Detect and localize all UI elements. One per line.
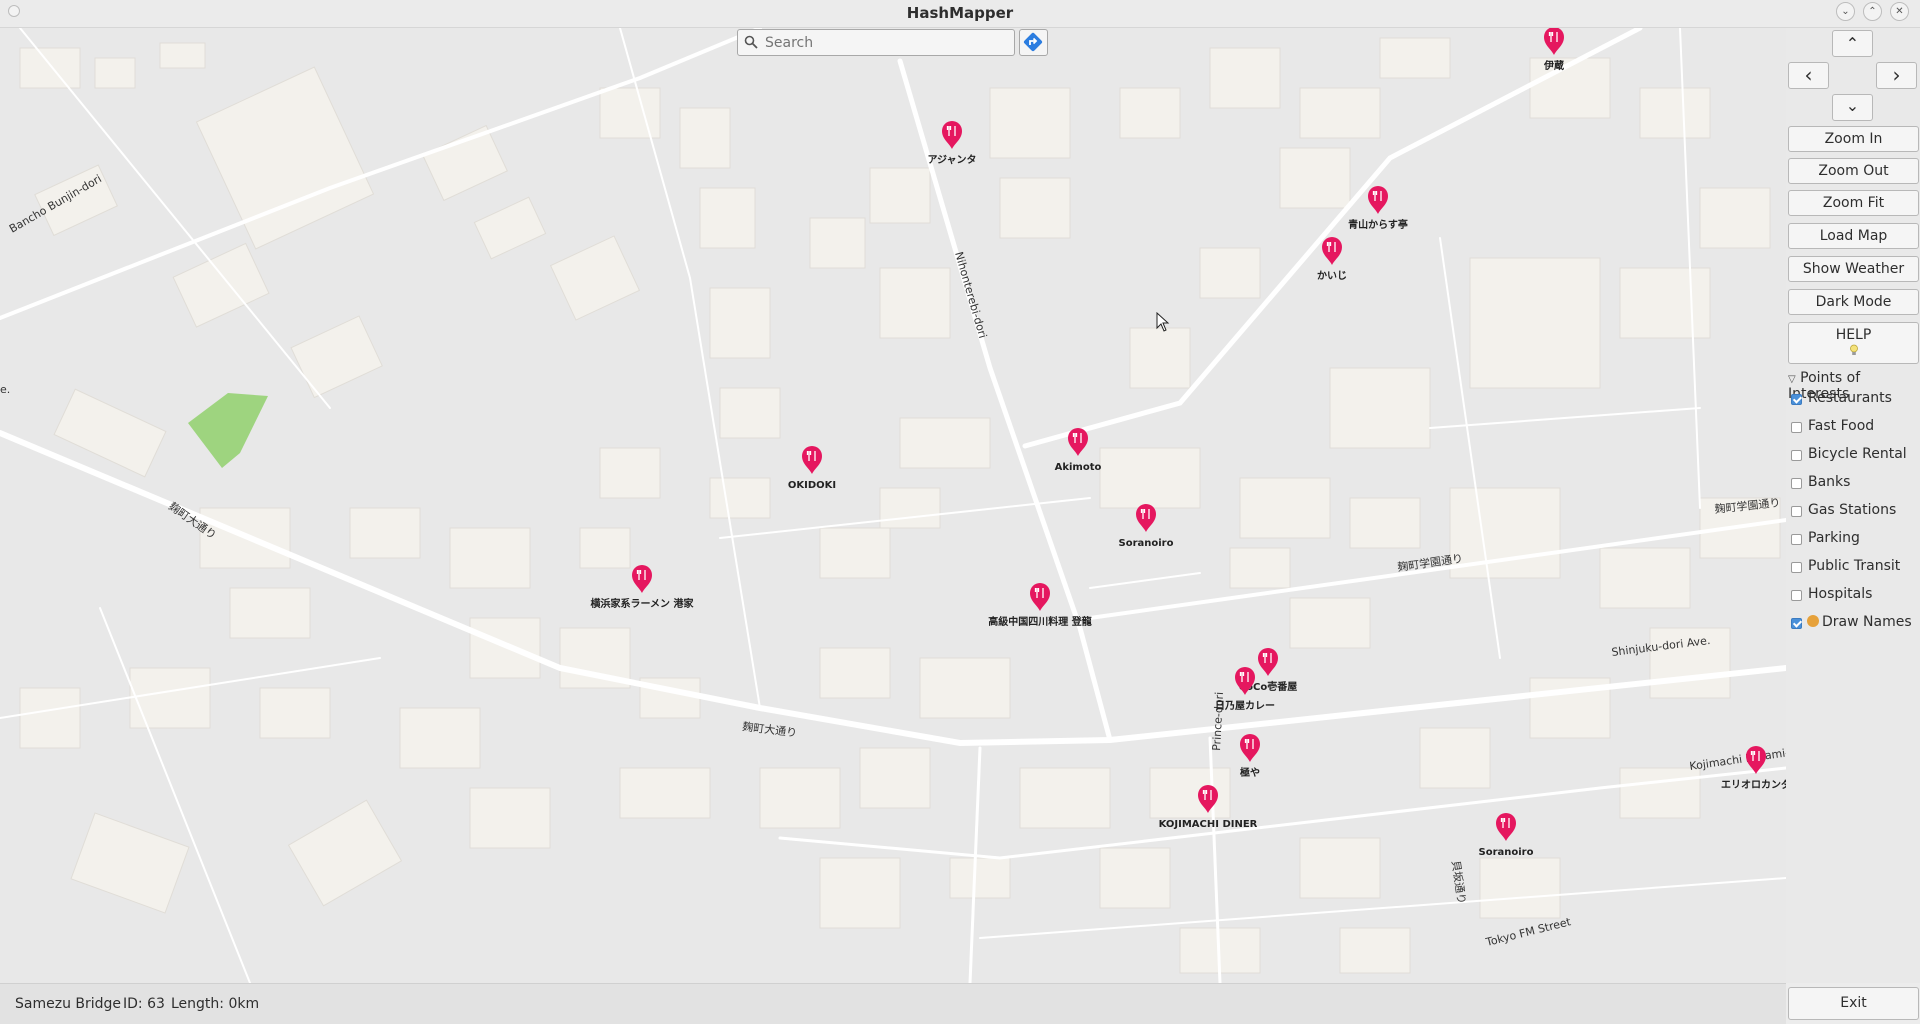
- mouse-cursor-icon: [1156, 312, 1170, 332]
- restaurant-name-label: Soranoiro: [1479, 847, 1534, 858]
- street-label: 貝坂通り: [1449, 860, 1468, 905]
- restaurant-pin[interactable]: OKIDOKI: [788, 446, 836, 491]
- help-label: HELP: [1835, 327, 1872, 343]
- status-length: Length: 0km: [171, 996, 260, 1012]
- exit-button[interactable]: Exit: [1788, 987, 1919, 1020]
- restaurant-name-label: かいじ: [1317, 270, 1347, 282]
- poi-checkbox-label: Draw Names: [1807, 614, 1912, 630]
- poi-checkbox[interactable]: [1791, 590, 1802, 601]
- search-box[interactable]: [737, 29, 1015, 56]
- maximize-icon[interactable]: ⌃: [1863, 2, 1882, 21]
- restaurant-marker-icon[interactable]: [1544, 28, 1564, 55]
- zoom-fit-button[interactable]: Zoom Fit: [1788, 190, 1919, 216]
- restaurant-marker-icon[interactable]: [1240, 734, 1260, 762]
- restaurant-name-label: 高級中国四川料理 登龍: [988, 615, 1091, 628]
- directions-icon: [1023, 32, 1043, 52]
- pan-down-button[interactable]: ⌄: [1832, 94, 1873, 121]
- poi-checkbox-label: Fast Food: [1808, 418, 1875, 434]
- restaurant-name-label: Akimoto: [1055, 462, 1102, 473]
- restaurant-marker-icon[interactable]: [1030, 583, 1050, 611]
- expander-triangle-icon: ▽: [1788, 374, 1796, 385]
- window-title: HashMapper: [906, 4, 1014, 22]
- restaurant-pin[interactable]: かいじ: [1317, 237, 1347, 282]
- restaurant-pin[interactable]: 高級中国四川料理 登龍: [988, 583, 1092, 628]
- restaurant-name-label: エリオロカンダ: [1721, 778, 1786, 791]
- restaurant-marker-icon[interactable]: [1136, 504, 1156, 532]
- search-input[interactable]: [763, 32, 1012, 54]
- zoom-out-button[interactable]: Zoom Out: [1788, 158, 1919, 184]
- poi-checkbox[interactable]: [1791, 506, 1802, 517]
- restaurant-name-label: 青山からす亭: [1348, 218, 1408, 231]
- lightbulb-icon: [1849, 344, 1858, 355]
- poi-checkbox-label: Bicycle Rental: [1808, 446, 1907, 462]
- restaurant-pin[interactable]: アジャンタ: [927, 121, 977, 166]
- directions-button[interactable]: [1019, 29, 1048, 56]
- restaurant-marker-icon[interactable]: [1368, 186, 1388, 214]
- load-map-button[interactable]: Load Map: [1788, 223, 1919, 249]
- poi-checkbox-label: Restaurants: [1808, 390, 1892, 406]
- poi-checkbox[interactable]: [1791, 618, 1802, 629]
- draw-names-icon: [1807, 615, 1819, 627]
- street-label: Nihonterebi-dori: [952, 250, 989, 340]
- search-icon: [744, 35, 758, 49]
- pan-left-button[interactable]: ‹: [1788, 62, 1829, 89]
- restaurant-name-label: アジャンタ: [927, 154, 976, 166]
- restaurant-marker-icon[interactable]: [632, 565, 652, 593]
- poi-checkbox[interactable]: [1791, 450, 1802, 461]
- pan-up-button[interactable]: ⌃: [1832, 30, 1873, 57]
- poi-checkbox[interactable]: [1791, 534, 1802, 545]
- status-street-name: Samezu Bridge: [15, 996, 122, 1012]
- poi-checkbox-label: Parking: [1808, 530, 1860, 546]
- restaurant-marker-icon[interactable]: [1322, 237, 1342, 265]
- restaurant-name-label: 横浜家系ラーメン 港家: [590, 597, 694, 610]
- restaurant-pin[interactable]: 極や: [1240, 734, 1260, 779]
- dark-mode-button[interactable]: Dark Mode: [1788, 289, 1919, 315]
- street-label: Tokyo FM Street: [1484, 915, 1573, 949]
- poi-checkbox-label: Gas Stations: [1808, 502, 1897, 518]
- pan-right-button[interactable]: ›: [1876, 62, 1917, 89]
- poi-checkbox-label: Hospitals: [1808, 586, 1873, 602]
- restaurant-marker-icon[interactable]: [942, 121, 962, 149]
- restaurant-marker-icon[interactable]: [802, 446, 822, 474]
- restaurant-pin[interactable]: 横浜家系ラーメン 港家: [590, 565, 695, 610]
- restaurant-name-label: 極や: [1240, 766, 1260, 779]
- street-label: e.: [0, 383, 10, 396]
- minimize-icon[interactable]: ⌄: [1836, 2, 1855, 21]
- zoom-in-button[interactable]: Zoom In: [1788, 126, 1919, 152]
- restaurant-marker-icon[interactable]: [1258, 648, 1278, 676]
- status-bar: Samezu Bridge ID: 63 Length: 0km: [0, 983, 1786, 1024]
- restaurant-pin[interactable]: Soranoiro: [1119, 504, 1174, 549]
- title-bar: HashMapper ⌄ ⌃ ✕: [0, 0, 1920, 28]
- help-button[interactable]: HELP: [1788, 322, 1919, 364]
- poi-checkbox[interactable]: [1791, 394, 1802, 405]
- restaurant-name-label: KOJIMACHI DINER: [1159, 819, 1258, 830]
- restaurant-marker-icon[interactable]: [1068, 428, 1088, 456]
- map-canvas[interactable]: Bancho Bunjin-dori Nihonterebi-dori 麹町大通…: [0, 28, 1786, 983]
- restaurant-pin[interactable]: 伊蔵: [1543, 28, 1564, 72]
- restaurant-name-label: 伊蔵: [1543, 59, 1564, 72]
- restaurant-name-label: OKIDOKI: [788, 480, 836, 491]
- show-weather-button[interactable]: Show Weather: [1788, 256, 1919, 282]
- restaurant-name-label: Soranoiro: [1119, 538, 1174, 549]
- poi-checkbox[interactable]: [1791, 478, 1802, 489]
- close-icon[interactable]: ✕: [1890, 2, 1909, 21]
- poi-checkbox-label: Public Transit: [1808, 558, 1901, 574]
- poi-checkbox[interactable]: [1791, 562, 1802, 573]
- poi-checkbox-label: Banks: [1808, 474, 1851, 490]
- restaurant-marker-icon[interactable]: [1496, 813, 1516, 841]
- restaurant-pin[interactable]: Soranoiro: [1479, 813, 1534, 858]
- poi-checkbox[interactable]: [1791, 422, 1802, 433]
- status-id: ID: 63: [123, 996, 165, 1012]
- street-label: 麹町大通り: [742, 719, 798, 740]
- restaurant-name-label: 日乃屋カレー: [1215, 700, 1275, 712]
